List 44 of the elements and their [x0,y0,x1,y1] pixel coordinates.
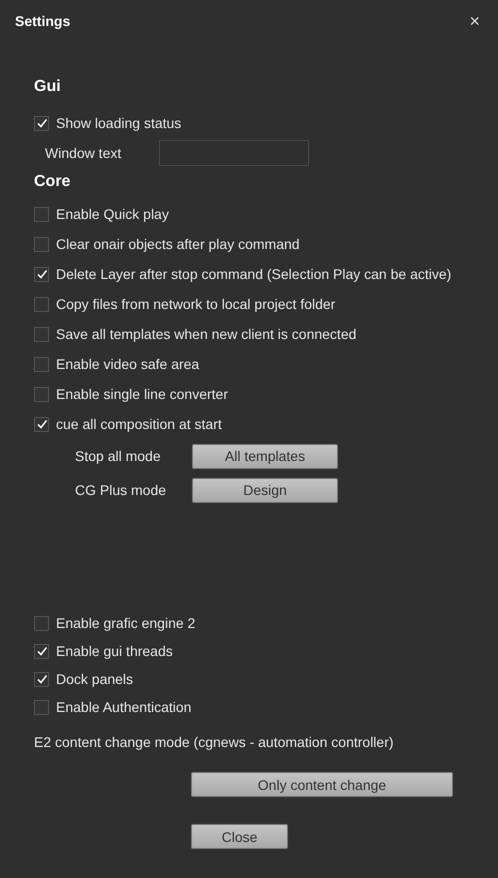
checkbox-label: Enable grafic engine 2 [56,615,196,631]
checkmark-icon [36,418,48,430]
input-field[interactable] [159,140,309,166]
setting-label: E2 content change mode (cgnews - automation controller) [34,733,395,752]
checkmark-icon [36,645,48,657]
section-heading: Gui [34,77,62,97]
checkbox[interactable] [34,116,49,130]
checkbox-label: Copy files from network to local project folder [56,296,336,312]
checkbox[interactable] [34,700,49,714]
checkbox-label: cue all composition at start [56,416,222,432]
checkmark-icon [36,268,48,280]
close-button[interactable]: × [465,10,484,32]
checkbox-label: Enable Authentication [56,699,192,715]
checkbox[interactable] [34,672,49,686]
window-title: Settings [15,13,70,29]
checkbox-label: Delete Layer after stop command (Selection Play can be active) [56,266,452,282]
field-label: Window text [45,145,122,161]
section-heading: Core [34,172,72,192]
mode-button[interactable]: All templates [192,444,338,468]
checkbox[interactable] [34,206,49,222]
field-label: Stop all mode [75,448,162,464]
checkbox[interactable] [34,644,49,658]
checkbox-label: Save all templates when new client is connected [56,326,356,342]
close-button[interactable]: Close [191,824,288,849]
checkbox[interactable] [34,296,49,312]
checkbox-label: Enable video safe area [56,356,200,372]
field-label: CG Plus mode [75,482,168,498]
checkbox[interactable] [34,416,49,432]
checkbox-label: Show loading status [56,115,182,131]
checkbox-label: Clear onair objects after play command [56,236,300,252]
checkmark-icon [36,673,48,685]
checkbox[interactable] [34,616,49,630]
checkbox-label: Enable single line converter [56,386,228,402]
checkbox[interactable] [34,236,49,252]
checkbox[interactable] [34,326,49,342]
mode-button[interactable]: Design [192,478,338,502]
checkbox-label: Enable Quick play [56,206,169,222]
checkbox-label: Enable gui threads [56,643,173,659]
checkbox[interactable] [34,356,49,372]
checkbox[interactable] [34,266,49,282]
mode-button[interactable]: Only content change [191,772,453,797]
checkbox[interactable] [34,386,49,402]
checkmark-icon [36,117,48,129]
checkbox-label: Dock panels [56,671,134,687]
